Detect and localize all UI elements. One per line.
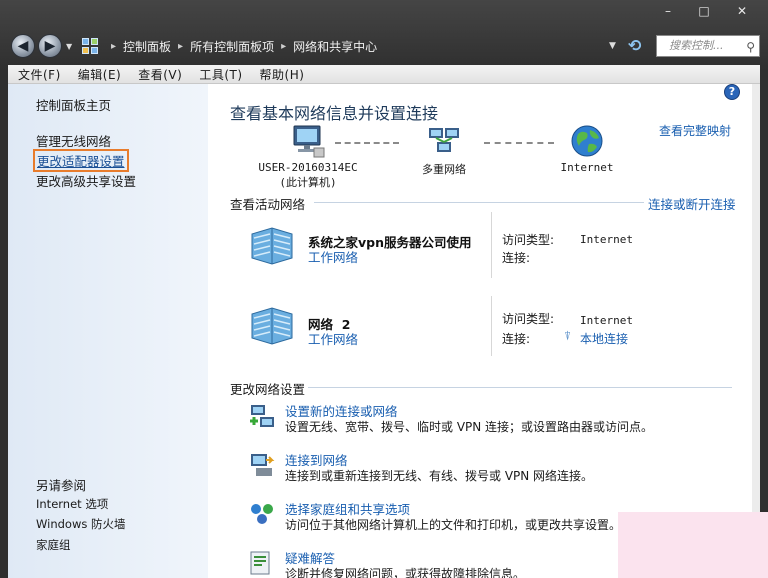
map-internet[interactable]: Internet [554, 124, 620, 174]
section-divider [308, 387, 732, 388]
network-2-access-value: Internet [580, 314, 633, 327]
map-multi-network[interactable]: 多重网络 [404, 124, 484, 177]
breadcrumb-all-items[interactable]: 所有控制面板项 [190, 38, 274, 55]
caption-buttons: – □ ✕ [650, 0, 762, 22]
globe-icon [571, 125, 603, 157]
main-panel: ? 查看基本网络信息并设置连接 查看完整映射 USER-20160314EC (… [208, 84, 760, 578]
troubleshoot-icon [250, 551, 270, 575]
network-1-type-link[interactable]: 工作网络 [308, 247, 358, 266]
homegroup-icon [251, 504, 273, 524]
advanced-sharing-link[interactable]: 更改高级共享设置 [36, 171, 136, 190]
address-dropdown[interactable]: ▼ [609, 41, 616, 51]
forward-arrow-icon: ▶ [44, 38, 56, 54]
window-frame: – □ ✕ ◀ ▶ ▼ ▸ 控制面板 ▸ 所有控制面板项 ▸ 网络和共享中心 ▼… [0, 0, 768, 578]
address-row: ◀ ▶ ▼ ▸ 控制面板 ▸ 所有控制面板项 ▸ 网络和共享中心 ▼ ⟲ 搜索控… [0, 30, 768, 62]
connect-network-icon [251, 454, 275, 476]
see-also-title: 另请参阅 [36, 478, 87, 493]
network-1-conn-label: 连接: [502, 251, 531, 265]
task-new-connection[interactable]: 设置新的连接或网络 设置无线、宽带、拨号、临时或 VPN 连接；或设置路由器或访… [248, 401, 728, 435]
manage-wireless-link[interactable]: 管理无线网络 [36, 131, 111, 150]
map-computer-name: USER-20160314EC [258, 161, 358, 174]
page-title: 查看基本网络信息并设置连接 [230, 104, 439, 123]
network-icon [429, 128, 459, 152]
control-panel-icon [82, 38, 98, 54]
vertical-scrollbar[interactable] [752, 84, 760, 578]
map-internet-label: Internet [560, 161, 614, 174]
homegroup-link[interactable]: 家庭组 [36, 537, 71, 553]
map-multi-label: 多重网络 [422, 163, 466, 176]
breadcrumb-control-panel[interactable]: 控制面板 [123, 38, 171, 55]
refresh-icon[interactable]: ⟲ [628, 36, 641, 55]
network-icon [248, 224, 298, 268]
menu-file[interactable]: 文件(F) [18, 66, 61, 83]
network-1-access-value: Internet [580, 233, 633, 246]
map-computer[interactable]: USER-20160314EC (此计算机) [252, 124, 364, 190]
network-2-type-link[interactable]: 工作网络 [308, 329, 358, 348]
network-2-divider [491, 296, 492, 356]
connect-disconnect-link[interactable]: 连接或断开连接 [648, 194, 736, 213]
map-link-2 [484, 142, 554, 144]
menu-edit[interactable]: 编辑(E) [78, 66, 121, 83]
menu-help[interactable]: 帮助(H) [260, 66, 305, 83]
full-map-link[interactable]: 查看完整映射 [659, 122, 731, 139]
local-connection-link[interactable]: 本地连接 [580, 330, 628, 347]
network-1-access-label: 访问类型: [502, 233, 555, 247]
map-computer-sub: (此计算机) [279, 176, 337, 189]
map-link-1 [335, 142, 399, 144]
ethernet-icon: ⍒ [564, 329, 572, 343]
network-1-divider [491, 212, 492, 278]
computer-icon [293, 125, 325, 158]
menu-tools[interactable]: 工具(T) [199, 66, 242, 83]
search-input[interactable]: 搜索控制... ⚲ [656, 35, 760, 57]
active-networks-title: 查看活动网络 [230, 197, 306, 212]
breadcrumb-separator[interactable]: ▸ [281, 41, 286, 52]
new-connection-icon [250, 405, 274, 427]
back-button[interactable]: ◀ [11, 34, 35, 58]
breadcrumb-separator[interactable]: ▸ [111, 41, 116, 52]
breadcrumb-separator[interactable]: ▸ [178, 41, 183, 52]
windows-firewall-link[interactable]: Windows 防火墙 [36, 516, 126, 532]
task-description: 诊断并修复网络问题，或获得故障排除信息。 [285, 567, 526, 578]
forward-button[interactable]: ▶ [38, 34, 62, 58]
change-adapter-settings-link[interactable]: 更改适配器设置 [33, 149, 129, 172]
back-arrow-icon: ◀ [17, 38, 29, 54]
task-description: 访问位于其他网络计算机上的文件和打印机，或更改共享设置。 [285, 518, 622, 532]
help-icon[interactable]: ? [724, 84, 740, 100]
task-connect-network[interactable]: 连接到网络 连接到或重新连接到无线、有线、拨号或 VPN 网络连接。 [248, 450, 728, 484]
network-2-conn-label: 连接: [502, 332, 531, 346]
network-icon [248, 304, 298, 348]
breadcrumb: ▸ 控制面板 ▸ 所有控制面板项 ▸ 网络和共享中心 [82, 34, 377, 58]
search-placeholder: 搜索控制... [669, 39, 724, 52]
close-button[interactable]: ✕ [722, 0, 762, 22]
left-navigation: 控制面板主页 管理无线网络 更改适配器设置 更改高级共享设置 另请参阅 Inte… [8, 84, 208, 578]
menu-view[interactable]: 查看(V) [138, 66, 182, 83]
maximize-button[interactable]: □ [686, 0, 722, 22]
menu-bar: 文件(F) 编辑(E) 查看(V) 工具(T) 帮助(H) [8, 65, 760, 84]
breadcrumb-network-center[interactable]: 网络和共享中心 [293, 38, 377, 55]
internet-options-link[interactable]: Internet 选项 [36, 496, 108, 512]
section-divider [314, 202, 644, 203]
recent-pages-dropdown[interactable]: ▼ [66, 42, 72, 51]
change-settings-title: 更改网络设置 [230, 382, 306, 397]
task-description: 连接到或重新连接到无线、有线、拨号或 VPN 网络连接。 [285, 469, 594, 483]
control-panel-home-link[interactable]: 控制面板主页 [36, 95, 111, 114]
search-icon[interactable]: ⚲ [746, 37, 755, 57]
task-description: 设置无线、宽带、拨号、临时或 VPN 连接；或设置路由器或访问点。 [285, 420, 654, 434]
background-patch [618, 512, 768, 578]
content-area: 控制面板主页 管理无线网络 更改适配器设置 更改高级共享设置 另请参阅 Inte… [8, 84, 760, 578]
network-2-access-label: 访问类型: [502, 312, 555, 326]
minimize-button[interactable]: – [650, 0, 686, 22]
